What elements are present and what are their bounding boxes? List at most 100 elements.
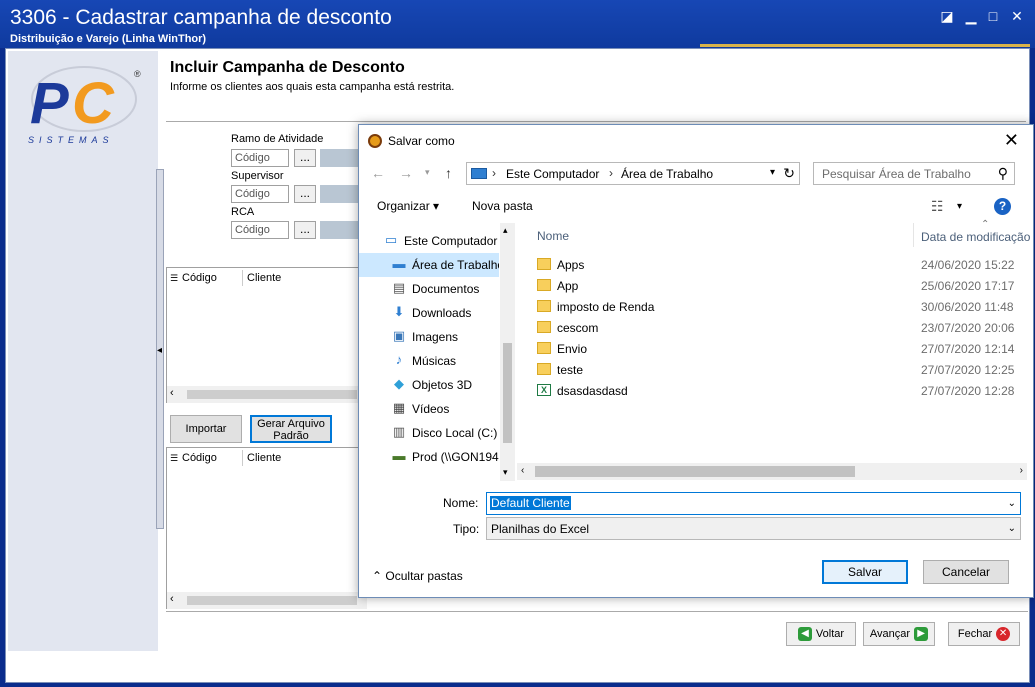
scroll-left-icon[interactable]: ‹	[170, 593, 174, 605]
gerar-arquivo-button[interactable]: Gerar Arquivo Padrão	[250, 415, 332, 443]
filelist-hscroll[interactable]: ‹ ›	[517, 463, 1027, 480]
ramo-code-input[interactable]: Código	[231, 149, 289, 167]
nav-item-downloads[interactable]: ⬇ Downloads	[359, 301, 499, 325]
file-row[interactable]: App 25/06/2020 17:17	[537, 276, 1027, 297]
dialog-title: Salvar como	[388, 134, 455, 148]
filename-label: Nome:	[443, 496, 479, 510]
breadcrumb-area-de-trabalho[interactable]: Área de Trabalho	[621, 167, 713, 181]
images-icon: ▣	[392, 328, 406, 343]
rca-code-input[interactable]: Código	[231, 221, 289, 239]
nav-item-este-computador[interactable]: ▭ Este Computador	[359, 229, 499, 253]
scroll-up-icon[interactable]: ▴	[503, 225, 508, 236]
organize-menu[interactable]: Organizar ▾	[377, 199, 439, 213]
back-arrow-icon[interactable]: ←	[371, 165, 385, 181]
nav-item-documentos[interactable]: ▤ Documentos	[359, 277, 499, 301]
folder-icon	[537, 300, 551, 312]
chevron-down-icon[interactable]: ⌄	[1008, 498, 1016, 509]
col-cliente[interactable]: Cliente	[247, 452, 281, 464]
svg-text:C: C	[72, 71, 115, 136]
drive-icon: ▥	[392, 424, 406, 439]
forward-arrow-icon[interactable]: →	[399, 165, 413, 181]
ramo-lookup-button[interactable]: ...	[294, 149, 316, 167]
file-row[interactable]: Apps 24/06/2020 15:22	[537, 255, 1027, 276]
clients-grid-top[interactable]: ☰ Código Cliente ‹	[166, 267, 367, 403]
nav-item-area-de-trabalho[interactable]: ▬ Área de Trabalho	[359, 253, 499, 277]
close-icon[interactable]: ✕	[1008, 8, 1026, 24]
nav-item-videos[interactable]: ▦ Vídeos	[359, 397, 499, 421]
scroll-left-icon[interactable]: ‹	[170, 387, 174, 399]
filetype-select[interactable]: Planilhas do Excel ⌄	[486, 517, 1021, 540]
address-bar[interactable]: › Este Computador › Área de Trabalho ▾ ↻	[466, 162, 800, 185]
documents-icon: ▤	[392, 280, 406, 295]
cancel-button[interactable]: Cancelar	[923, 560, 1009, 584]
back-arrow-icon: ◀	[797, 627, 812, 641]
footer-divider	[166, 611, 1028, 612]
scroll-down-icon[interactable]: ▾	[503, 467, 508, 478]
grid-menu-icon[interactable]: ☰	[170, 273, 178, 284]
grid-hscroll[interactable]: ‹	[167, 386, 367, 403]
chevron-down-icon[interactable]: ▾	[957, 201, 962, 212]
supervisor-lookup-button[interactable]: ...	[294, 185, 316, 203]
save-button[interactable]: Salvar	[822, 560, 908, 584]
filename-input[interactable]: Default Cliente ⌄	[486, 492, 1021, 515]
file-row[interactable]: Envio 27/07/2020 12:14	[537, 339, 1027, 360]
nav-item-disco-local[interactable]: ▥ Disco Local (C:)	[359, 421, 499, 445]
computer-icon: ▭	[384, 232, 398, 247]
column-nome[interactable]: Nome	[537, 229, 569, 243]
music-icon: ♪	[395, 352, 403, 367]
ramo-label: Ramo de Atividade	[231, 133, 324, 145]
search-icon[interactable]: ⚲	[998, 165, 1008, 182]
file-row[interactable]: X dsasdasdasd 27/07/2020 12:28	[537, 381, 1027, 402]
search-input[interactable]: Pesquisar Área de Trabalho ⚲	[813, 162, 1015, 185]
importar-button[interactable]: Importar	[170, 415, 242, 443]
nav-item-imagens[interactable]: ▣ Imagens	[359, 325, 499, 349]
sort-caret-icon: ⌃	[981, 219, 990, 230]
supervisor-desc-field	[320, 185, 360, 203]
maximize-icon[interactable]: □	[984, 8, 1002, 24]
scroll-right-icon[interactable]: ›	[1020, 465, 1023, 476]
grid-hscroll[interactable]: ‹	[167, 592, 367, 609]
folder-icon	[537, 321, 551, 333]
help-icon[interactable]: ?	[994, 198, 1011, 215]
recent-locations-icon[interactable]: ▾	[425, 167, 430, 178]
hide-folders-toggle[interactable]: ⌃ Ocultar pastas	[372, 569, 463, 583]
file-row[interactable]: teste 27/07/2020 12:25	[537, 360, 1027, 381]
collapse-arrow-icon[interactable]: ◂	[157, 345, 162, 356]
view-options-icon[interactable]: ☷	[931, 198, 944, 215]
fechar-button[interactable]: Fechar ✕	[948, 622, 1020, 646]
scroll-left-icon[interactable]: ‹	[521, 465, 524, 476]
col-cliente[interactable]: Cliente	[247, 272, 281, 284]
file-row[interactable]: cescom 23/07/2020 20:06	[537, 318, 1027, 339]
voltar-button[interactable]: ◀ Voltar	[786, 622, 856, 646]
breadcrumb-este-computador[interactable]: Este Computador	[506, 167, 599, 181]
save-as-dialog: Salvar como ✕ ← → ▾ ↑ › Este Computador …	[358, 124, 1034, 598]
supervisor-code-input[interactable]: Código	[231, 185, 289, 203]
file-row[interactable]: imposto de Renda 30/06/2020 11:48	[537, 297, 1027, 318]
accent-line	[700, 44, 1030, 47]
breadcrumb-separator-icon: ›	[609, 166, 613, 180]
minimize-icon[interactable]: ▁	[962, 8, 980, 24]
new-folder-button[interactable]: Nova pasta	[472, 199, 533, 213]
navpane-vscroll[interactable]: ▴ ▾	[500, 223, 515, 481]
restore-icon[interactable]: ◪	[938, 8, 956, 24]
nav-item-musicas[interactable]: ♪ Músicas	[359, 349, 499, 373]
column-data-modificacao[interactable]: Data de modificação	[921, 230, 1030, 244]
chevron-down-icon[interactable]: ▾	[770, 167, 775, 178]
col-codigo[interactable]: Código	[182, 272, 217, 284]
nav-item-prod[interactable]: ▬ Prod (\\GON194	[359, 445, 499, 469]
col-codigo[interactable]: Código	[182, 452, 217, 464]
chevron-down-icon[interactable]: ⌄	[1008, 523, 1016, 534]
dialog-close-icon[interactable]: ✕	[1004, 130, 1019, 151]
filename-value: Default Cliente	[490, 496, 571, 510]
breadcrumb-separator-icon: ›	[492, 166, 496, 180]
refresh-icon[interactable]: ↻	[783, 165, 795, 182]
clients-grid-bottom[interactable]: ☰ Código Cliente ‹	[166, 447, 367, 609]
window-subtitle: Distribuição e Varejo (Linha WinThor)	[10, 33, 207, 45]
avancar-button[interactable]: Avançar ▶	[863, 622, 935, 646]
rca-lookup-button[interactable]: ...	[294, 221, 316, 239]
gerar-label-2: Padrão	[273, 430, 309, 442]
up-arrow-icon[interactable]: ↑	[445, 165, 452, 181]
nav-item-objetos-3d[interactable]: ◆ Objetos 3D	[359, 373, 499, 397]
grid-menu-icon[interactable]: ☰	[170, 453, 178, 464]
file-list[interactable]: ⌃ Nome Data de modificação Apps 24/06/20…	[517, 219, 1030, 481]
